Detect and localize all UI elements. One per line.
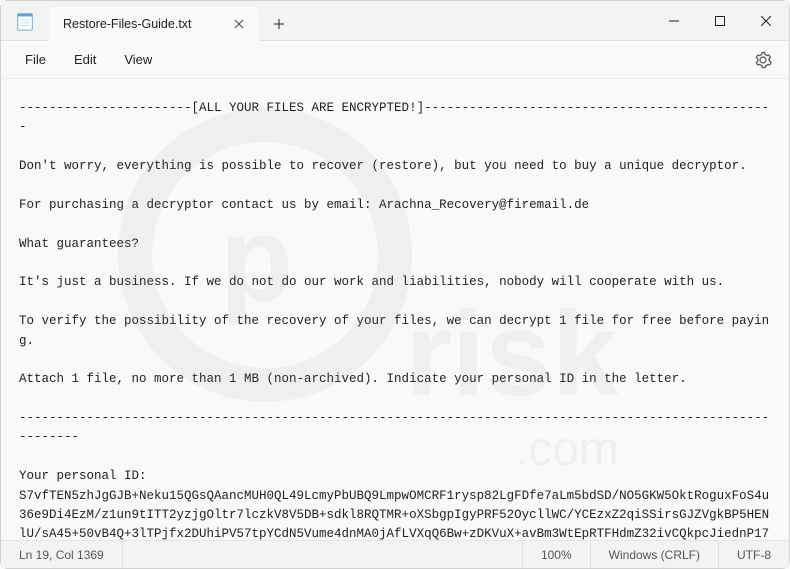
status-spacer	[123, 541, 522, 568]
window-controls	[651, 1, 789, 40]
menu-file[interactable]: File	[11, 46, 60, 73]
menubar: File Edit View	[1, 41, 789, 79]
maximize-button[interactable]	[697, 1, 743, 40]
maximize-icon	[715, 16, 725, 26]
menu-edit[interactable]: Edit	[60, 46, 110, 73]
minimize-button[interactable]	[651, 1, 697, 40]
statusbar: Ln 19, Col 1369 100% Windows (CRLF) UTF-…	[1, 540, 789, 568]
status-encoding[interactable]: UTF-8	[718, 541, 789, 568]
status-cursor-position[interactable]: Ln 19, Col 1369	[1, 541, 123, 568]
gear-icon	[754, 51, 772, 69]
new-tab-button[interactable]	[259, 7, 299, 40]
titlebar-drag-area	[299, 1, 651, 40]
app-icon	[1, 1, 49, 40]
tab-title: Restore-Files-Guide.txt	[63, 17, 192, 31]
close-icon	[761, 16, 771, 26]
document-tab[interactable]: Restore-Files-Guide.txt	[49, 7, 259, 41]
menu-view[interactable]: View	[110, 46, 166, 73]
text-editor-area[interactable]: -----------------------[ALL YOUR FILES A…	[1, 79, 789, 540]
close-button[interactable]	[743, 1, 789, 40]
settings-button[interactable]	[747, 44, 779, 76]
minimize-icon	[669, 16, 679, 26]
status-line-ending[interactable]: Windows (CRLF)	[590, 541, 718, 568]
titlebar: Restore-Files-Guide.txt	[1, 1, 789, 41]
status-zoom[interactable]: 100%	[522, 541, 590, 568]
close-tab-icon[interactable]	[232, 17, 246, 31]
plus-icon	[273, 18, 285, 30]
notepad-icon	[16, 11, 34, 31]
